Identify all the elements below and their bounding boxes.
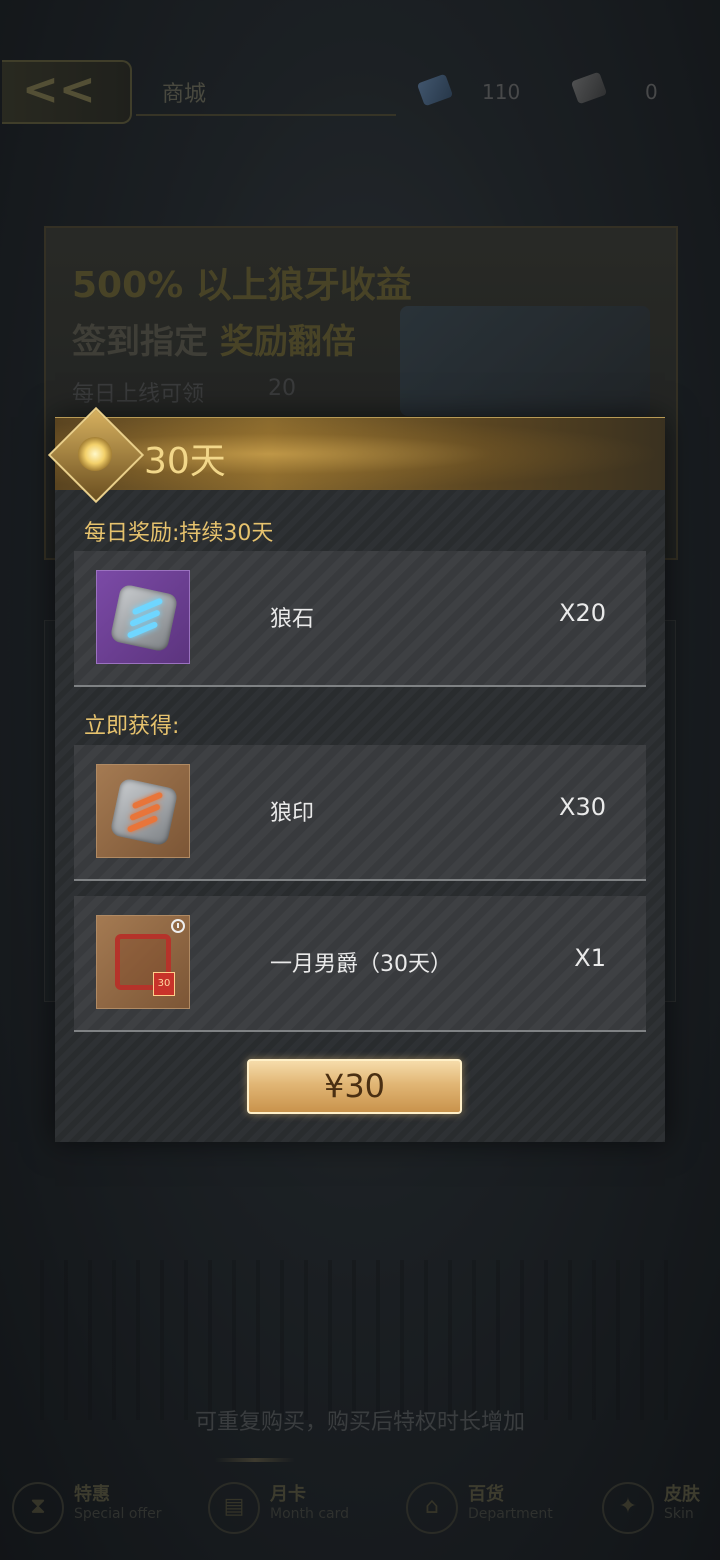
sun-icon [78,437,112,471]
item-name: 狼石 [270,607,315,632]
stone-shape [109,583,179,653]
item-quantity: X30 [559,793,606,821]
wolf-stone-icon[interactable] [96,570,190,664]
avatar-frame-icon[interactable]: 30 [96,915,190,1009]
reward-row-wolf-seal: 狼印 X30 [74,745,646,881]
reward-row-wolf-stone: 狼石 X20 [74,551,646,687]
buy-button[interactable]: ¥30 [247,1059,462,1114]
item-quantity: X1 [574,944,606,972]
clock-icon [171,919,185,933]
wolf-seal-icon[interactable] [96,764,190,858]
item-name: 一月男爵（30天） [270,952,452,977]
reward-row-avatar-frame: 30 一月男爵（30天） X1 [74,896,646,1032]
seal-shape [109,777,179,847]
item-name: 狼印 [270,801,315,826]
dialog-title: 30天 [144,441,226,482]
duration-badge: 30 [153,972,175,996]
instant-reward-label: 立即获得: [84,714,180,739]
item-quantity: X20 [559,599,606,627]
daily-reward-label: 每日奖励:持续30天 [84,521,274,546]
